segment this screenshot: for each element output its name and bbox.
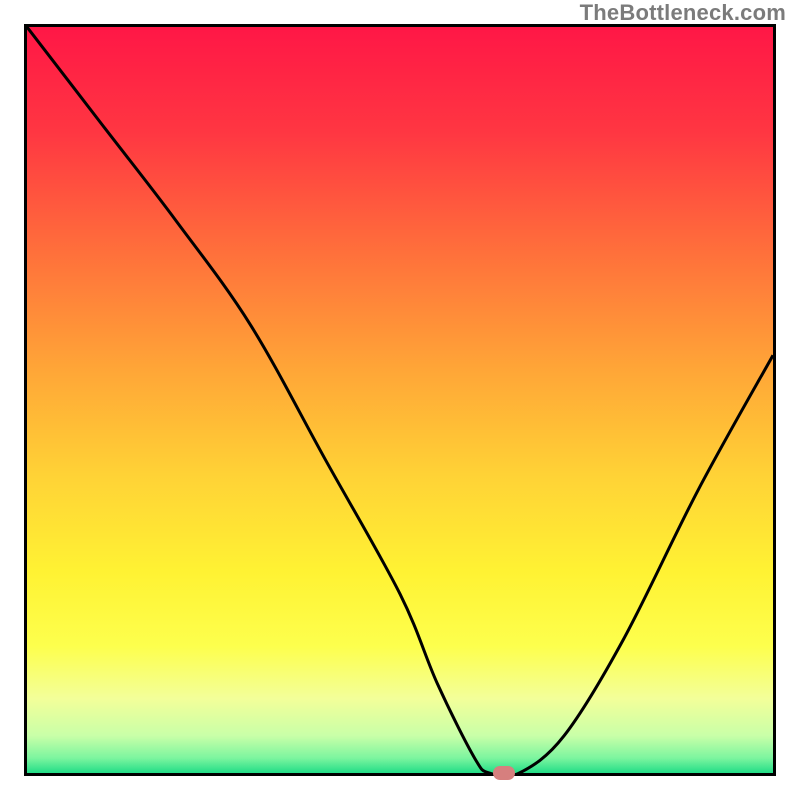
plot-frame bbox=[24, 24, 776, 776]
highlight-marker bbox=[493, 766, 515, 780]
plot-svg bbox=[27, 27, 773, 773]
watermark-text: TheBottleneck.com bbox=[580, 0, 786, 26]
plot-background bbox=[27, 27, 773, 773]
chart-container: TheBottleneck.com bbox=[0, 0, 800, 800]
